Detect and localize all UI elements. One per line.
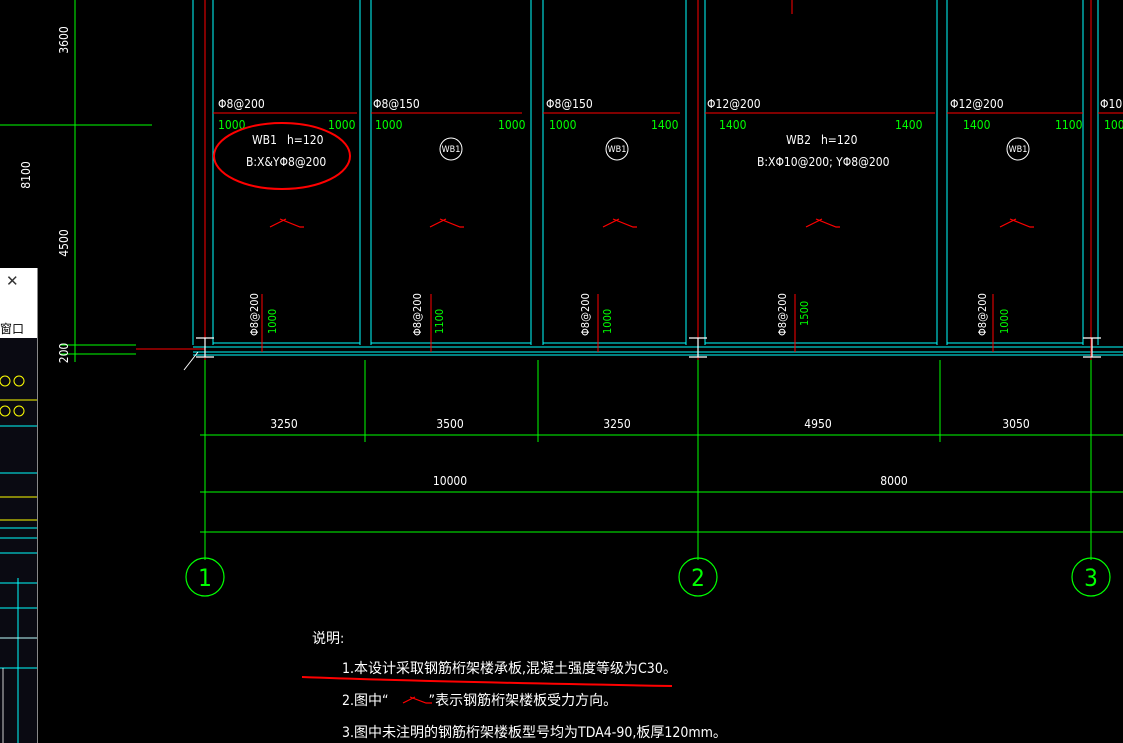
bottom-rebar-label-4: Φ8@200 <box>776 293 789 336</box>
rebar-label-4: Φ12@200 <box>707 97 761 111</box>
dim-10000: 10000 <box>433 474 467 488</box>
rebar-len-3r: 1400 <box>651 118 679 132</box>
dim-3050: 3050 <box>1002 417 1030 431</box>
rebar-label-1: Φ8@200 <box>218 97 265 111</box>
bottom-rebar-len-5: 1000 <box>998 309 1011 334</box>
slab-wb2-spec: B:XΦ10@200; YΦ8@200 <box>757 155 890 169</box>
slab-wb1-name: WB1 h=120 <box>252 133 324 147</box>
dim-3250-b: 3250 <box>603 417 631 431</box>
red-underline-markup <box>301 676 673 687</box>
dim-4950: 4950 <box>804 417 832 431</box>
rebar-len-4l: 1400 <box>719 118 747 132</box>
note-1: 1.本设计采取钢筋桁架楼承板,混凝土强度等级为C30。 <box>342 660 677 677</box>
bottom-rebar-label-5: Φ8@200 <box>976 293 989 336</box>
close-icon[interactable]: ✕ <box>6 272 19 290</box>
note-3: 3.图中未注明的钢筋桁架楼板型号均为TDA4-90,板厚120mm。 <box>342 724 727 741</box>
dim-200: 200 <box>57 343 71 364</box>
slab-tags: WB1 WB1 WB1 <box>439 137 1030 161</box>
rebar-len-3l: 1000 <box>549 118 577 132</box>
side-panel-content <box>0 338 37 743</box>
dim-4500: 4500 <box>57 229 71 257</box>
rebar-label-5: Φ12@200 <box>950 97 1004 111</box>
rebar-len-6l: 100 <box>1104 118 1123 132</box>
note-2: 2.图中“ ”表示钢筋桁架楼板受力方向。 <box>342 692 617 709</box>
cad-drawing-canvas[interactable]: 3600 8100 4500 200 Φ8@200 1000 1000 Φ8@1… <box>0 0 1123 743</box>
rebar-label-2: Φ8@150 <box>373 97 420 111</box>
rebar-label-3: Φ8@150 <box>546 97 593 111</box>
dim-8000: 8000 <box>880 474 908 488</box>
bottom-rebar-label-2: Φ8@200 <box>411 293 424 336</box>
side-panel: ✕ 窗口 <box>0 268 38 743</box>
axis-label-2: 2 <box>691 564 705 592</box>
axis-label-1: 1 <box>198 564 212 592</box>
bottom-rebar-len-4: 1500 <box>798 301 811 326</box>
bottom-rebar-len-3: 1000 <box>601 309 614 334</box>
dim-8100: 8100 <box>19 161 33 189</box>
slab-tag-1: WB1 <box>442 145 461 155</box>
slab-tag-3: WB1 <box>1009 145 1028 155</box>
rebar-len-1r: 1000 <box>328 118 356 132</box>
axis-label-3: 3 <box>1084 564 1098 592</box>
dim-3500: 3500 <box>436 417 464 431</box>
dim-3250-a: 3250 <box>270 417 298 431</box>
rebar-len-5l: 1400 <box>963 118 991 132</box>
notes-title: 说明: <box>312 631 344 647</box>
slab-wb2-name: WB2 h=120 <box>786 133 858 147</box>
slab-wb1-spec: B:X&YΦ8@200 <box>246 155 326 169</box>
grid-axis-lines <box>136 0 1092 360</box>
bottom-rebar-label-3: Φ8@200 <box>579 293 592 336</box>
direction-arrows <box>269 218 1034 228</box>
slab-tag-2: WB1 <box>608 145 627 155</box>
bottom-rebar-label-1: Φ8@200 <box>248 293 261 336</box>
rebar-len-2l: 1000 <box>375 118 403 132</box>
bottom-rebar-len-1: 1000 <box>266 309 279 334</box>
axis-bubbles <box>185 557 1111 597</box>
bottom-dimension-lines <box>200 360 1123 560</box>
rebar-len-5r: 1100 <box>1055 118 1083 132</box>
dim-3600: 3600 <box>57 26 71 54</box>
bottom-rebar-len-2: 1100 <box>433 309 446 334</box>
rebar-len-2r: 1000 <box>498 118 526 132</box>
rebar-len-4r: 1400 <box>895 118 923 132</box>
rebar-label-6: Φ10 <box>1100 97 1122 111</box>
side-panel-title: 窗口 <box>0 322 25 336</box>
